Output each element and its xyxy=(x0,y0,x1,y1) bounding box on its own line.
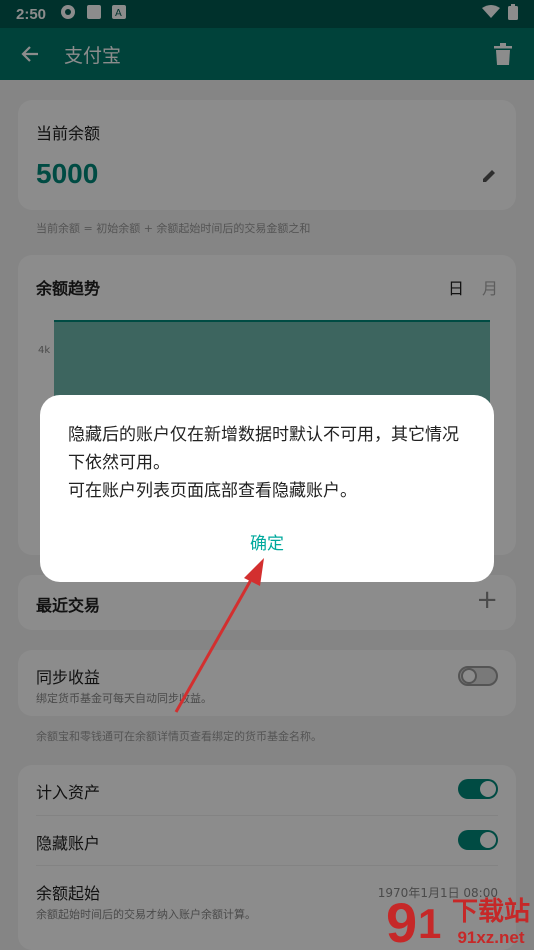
svg-text:9: 9 xyxy=(386,891,417,948)
watermark-text: 下载站 91xz.net xyxy=(452,891,530,948)
watermark: 9 1 下载站 91xz.net xyxy=(382,888,530,948)
svg-text:1: 1 xyxy=(418,900,441,947)
watermark-big: 下载站 xyxy=(451,896,530,926)
watermark-logo-icon: 9 1 xyxy=(386,891,441,948)
red-arrow-annotation xyxy=(174,558,264,713)
watermark-small: 91xz.net xyxy=(457,928,525,947)
